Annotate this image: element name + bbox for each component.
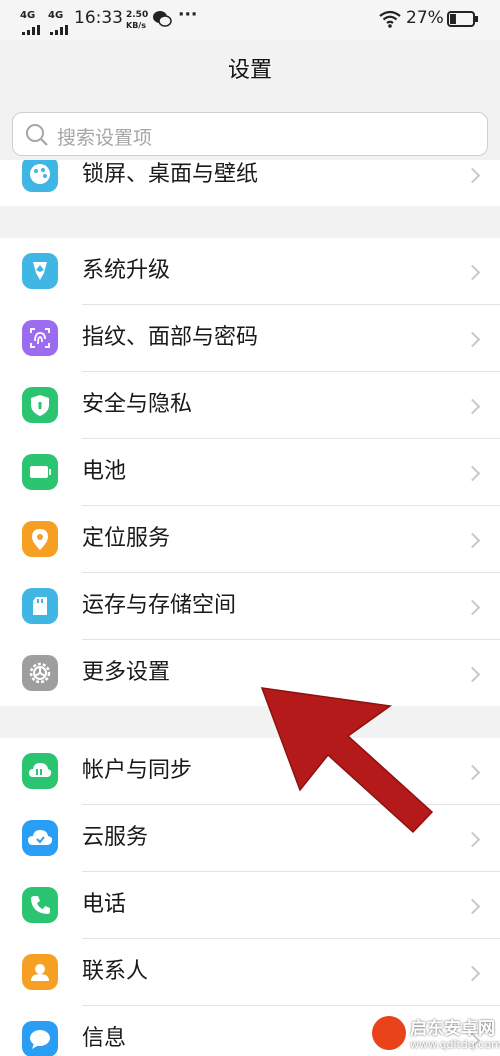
watermark-title: 启东安卓网 (410, 1019, 495, 1039)
watermark-logo-icon (372, 1016, 406, 1050)
watermark: 启东安卓网 www.qdltdq.com (372, 1012, 500, 1056)
annotation-arrow (260, 687, 434, 834)
watermark-url: www.qdltdq.com (410, 1038, 500, 1051)
